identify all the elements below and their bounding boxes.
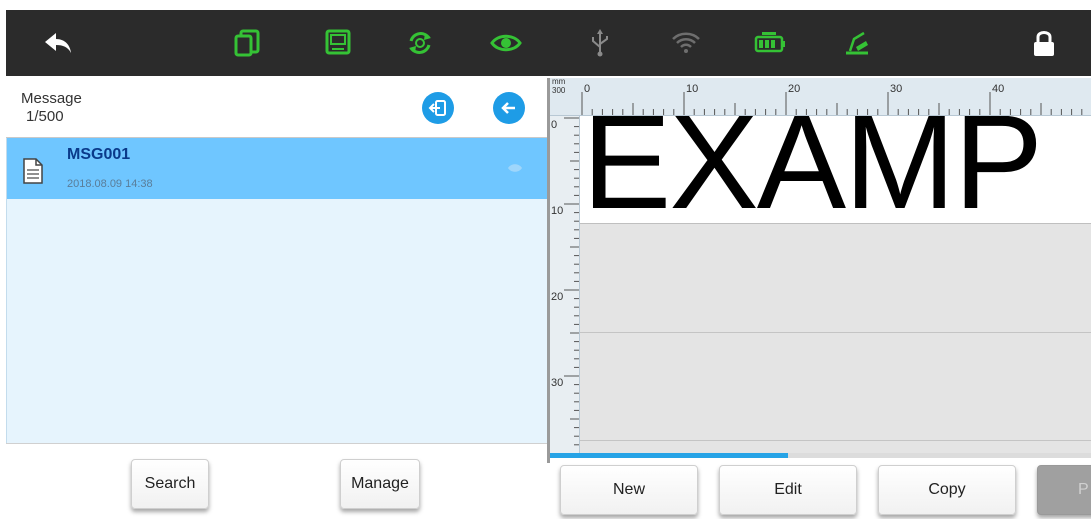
ruler-label: 20 bbox=[788, 83, 800, 95]
search-button[interactable]: Search bbox=[131, 459, 209, 509]
monitor-icon[interactable] bbox=[322, 27, 354, 59]
list-item[interactable]: MSG001 2018.08.09 14:38 bbox=[7, 138, 547, 199]
wifi-icon bbox=[670, 27, 702, 59]
ruler-label: 30 bbox=[890, 83, 902, 95]
back-arrow-icon[interactable] bbox=[42, 27, 74, 59]
list-actions: Search Manage bbox=[6, 443, 547, 519]
ruler-label: 40 bbox=[992, 83, 1004, 95]
horizontal-ruler-ticks: 0102030405 bbox=[581, 83, 1083, 115]
ruler-label: 0 bbox=[584, 83, 590, 95]
preview-eye-icon[interactable] bbox=[507, 162, 523, 174]
usb-icon bbox=[584, 27, 616, 59]
print-band: EXAMP bbox=[580, 116, 1091, 224]
import-icon[interactable] bbox=[422, 92, 454, 124]
message-name: MSG001 bbox=[67, 146, 131, 163]
print-preview-canvas[interactable]: EXAMP bbox=[580, 116, 1091, 456]
unit-label: mm bbox=[552, 77, 566, 86]
height-label: 300 bbox=[552, 86, 566, 95]
lock-icon[interactable] bbox=[1028, 27, 1060, 59]
message-header: Message 1/500 bbox=[6, 78, 547, 138]
ruler-label: 20 bbox=[551, 291, 563, 303]
grid-line bbox=[580, 440, 1091, 441]
edit-button[interactable]: Edit bbox=[719, 465, 857, 515]
ruler-label: 10 bbox=[686, 83, 698, 95]
vertical-ruler-ticks: 0 10 20 30 bbox=[551, 117, 579, 446]
message-actions: New Edit Copy P bbox=[550, 458, 1091, 519]
ruler-label: 30 bbox=[551, 377, 563, 389]
back-circle-icon[interactable] bbox=[493, 92, 525, 124]
message-title: Message bbox=[21, 90, 82, 107]
copy-button[interactable]: Copy bbox=[878, 465, 1016, 515]
weighing-scale-icon[interactable] bbox=[840, 27, 872, 59]
copy-pages-icon[interactable] bbox=[232, 27, 264, 59]
printer-message-screen: Message 1/500 MSG001 2018.08.09 14:38 Se… bbox=[0, 0, 1091, 519]
document-icon bbox=[23, 158, 43, 184]
refresh-cycle-icon[interactable] bbox=[404, 27, 436, 59]
horizontal-ruler: mm 300 0102030405 bbox=[550, 77, 1091, 116]
ruler-label: 0 bbox=[551, 119, 557, 131]
message-date: 2018.08.09 14:38 bbox=[67, 178, 153, 190]
message-list[interactable]: MSG001 2018.08.09 14:38 bbox=[6, 138, 547, 443]
ruler-label: 10 bbox=[551, 205, 563, 217]
manage-button[interactable]: Manage bbox=[340, 459, 420, 509]
battery-icon bbox=[754, 27, 786, 59]
print-text: EXAMP bbox=[582, 116, 1043, 224]
eye-icon[interactable] bbox=[490, 27, 522, 59]
vertical-ruler: 0 10 20 30 bbox=[550, 116, 580, 456]
message-count: 1/500 bbox=[26, 108, 64, 125]
print-button[interactable]: P bbox=[1037, 465, 1091, 515]
top-toolbar bbox=[6, 10, 1091, 76]
grid-line bbox=[580, 332, 1091, 333]
new-button[interactable]: New bbox=[560, 465, 698, 515]
